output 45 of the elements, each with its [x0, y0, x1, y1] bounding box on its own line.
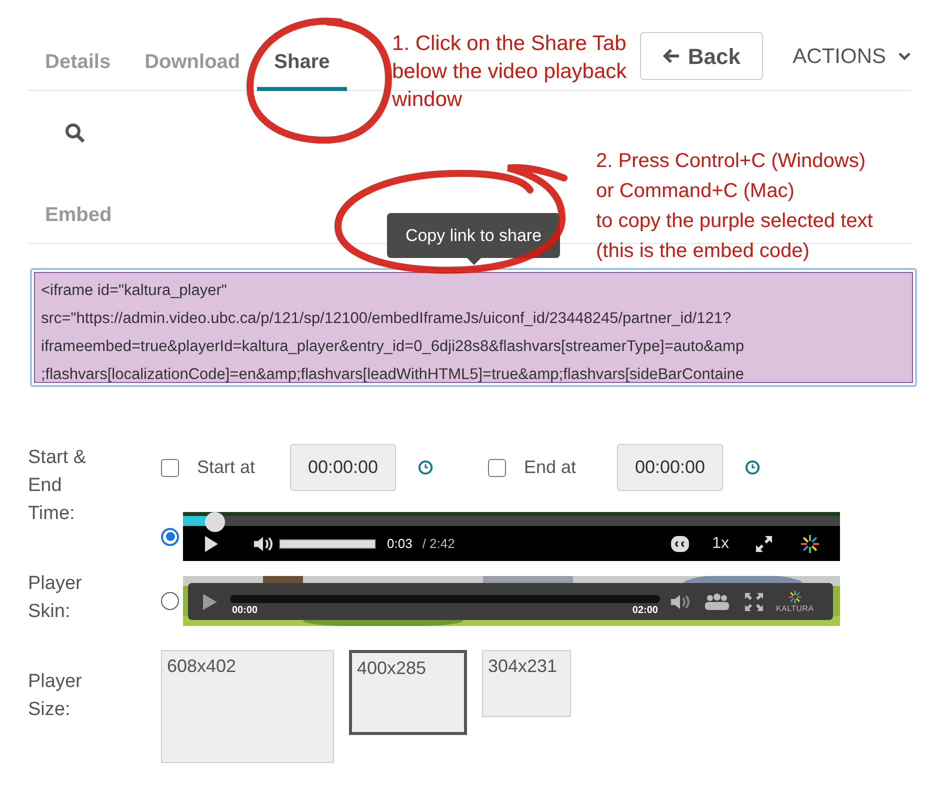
tooltip: Copy link to share — [387, 213, 560, 258]
duration-time: / 2:42 — [422, 534, 455, 553]
search-icon[interactable] — [65, 123, 85, 143]
size-option[interactable]: 304x231 — [482, 650, 571, 717]
clock-icon[interactable] — [745, 460, 760, 475]
tab[interactable]: Share — [257, 31, 347, 91]
radio-button[interactable] — [161, 528, 179, 546]
checkbox[interactable] — [488, 458, 506, 476]
sparkle-logo-icon — [788, 590, 802, 604]
sparkle-logo-icon — [800, 534, 820, 554]
time-field[interactable]: 00:00:00 — [290, 444, 396, 491]
back-button[interactable]: Back — [640, 32, 763, 80]
annotation-text: 1. Click on the Share Tab below the video playback window — [392, 31, 627, 113]
speed-button[interactable]: 1x — [712, 532, 729, 556]
progress-track[interactable] — [183, 516, 840, 526]
time-option-label: End at — [524, 456, 578, 479]
size-option[interactable]: 400x285 — [349, 650, 467, 735]
people-icon[interactable] — [704, 592, 730, 610]
fullscreen-icon[interactable] — [744, 592, 764, 612]
tooltip-arrow — [466, 258, 480, 265]
embed-code: <iframe id="kaltura_player" src="https://admin.video.ubc.ca/p/121/sp/12100/embedIframeJs/uiconf_id/23448245/partner_id/121? iframeembed=true&playerId=kaltura_player&entry_id=0_6dji28s8&flashvars[streamerType]=auto&amp ;flashvars[localizationCode]=en&amp;flashvars[leadWithHTML5]=true&amp;flashvars[sideBarContaine — [34, 272, 913, 383]
brand-label: KALTURA — [776, 604, 814, 613]
size-option[interactable]: 608x402 — [161, 650, 334, 763]
end-time: 02:00 — [632, 605, 658, 617]
time-option-label: Start at — [197, 456, 256, 479]
cc-icon[interactable] — [670, 534, 690, 552]
time-label: Start & End Time: — [28, 446, 88, 526]
fullscreen-icon[interactable] — [754, 534, 774, 554]
skin-label: Player Skin: — [28, 572, 83, 624]
volume-icon[interactable] — [253, 534, 273, 552]
radio-button[interactable] — [161, 592, 179, 610]
play-icon[interactable] — [203, 534, 219, 552]
elapsed-time: 0:03 — [387, 534, 412, 553]
size-label: Player Size: — [28, 670, 83, 722]
arrow-left-icon — [662, 48, 680, 64]
progress-track[interactable] — [230, 595, 660, 603]
clock-icon[interactable] — [418, 460, 433, 475]
annotation-text: 2. Press Control+C (Windows) or Command+C (Mac) to copy the purple selected text (this is the embed code) — [596, 149, 873, 264]
start-time: 00:00 — [232, 605, 258, 617]
progress-thumb[interactable] — [205, 512, 226, 532]
actions-menu[interactable]: ACTIONS — [792, 40, 911, 72]
checkbox[interactable] — [161, 458, 179, 476]
time-field[interactable]: 00:00:00 — [617, 444, 723, 491]
chevron-down-icon — [898, 52, 911, 61]
embed-label: Embed — [45, 204, 112, 226]
